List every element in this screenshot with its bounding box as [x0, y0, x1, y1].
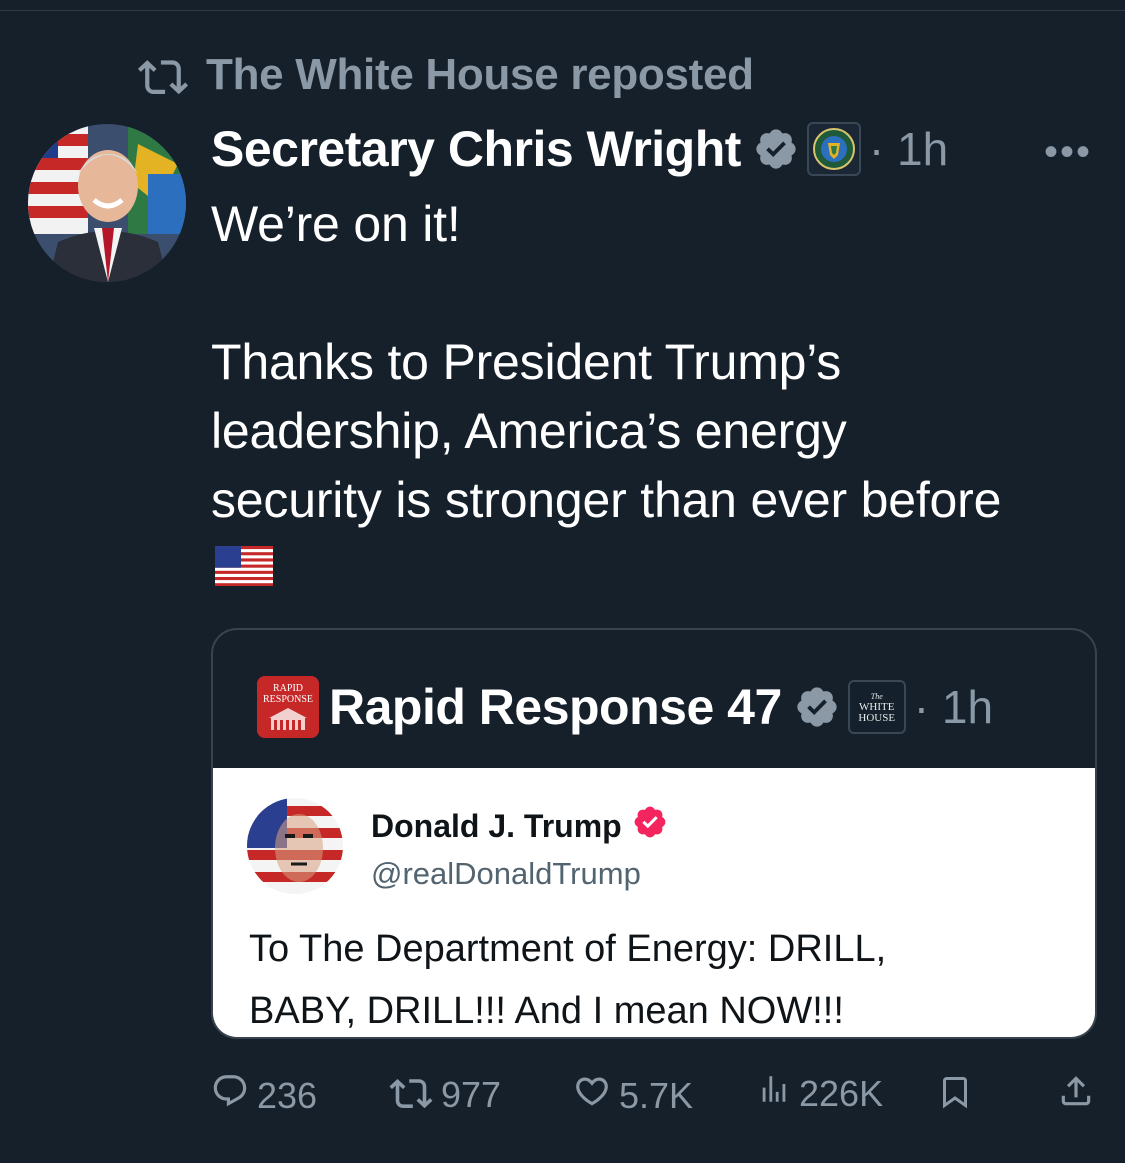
repost-context[interactable]: The White House reposted — [136, 50, 754, 100]
reply-count: 236 — [257, 1074, 318, 1116]
trump-avatar — [247, 798, 343, 894]
bookmark-icon — [937, 1072, 973, 1121]
quoted-tweet-time[interactable]: · 1h — [914, 680, 993, 734]
quoted-tweet-header: RAPID RESPONSE Rapid Response 47 The WHI… — [213, 630, 1095, 768]
trump-name: Donald J. Trump — [371, 807, 622, 844]
repost-count: 977 — [441, 1073, 502, 1115]
more-options-icon[interactable]: ••• — [1044, 130, 1092, 175]
reply-button[interactable]: 236 — [211, 1072, 317, 1119]
views-button[interactable]: 226K — [757, 1072, 883, 1115]
affil-line: HOUSE — [858, 711, 896, 724]
top-divider — [0, 10, 1125, 11]
like-button[interactable]: 5.7K — [573, 1072, 693, 1119]
white-house-affiliation-icon[interactable]: The WHITE HOUSE — [847, 680, 906, 734]
tweet-body: We’re on it! Thanks to President Trump’s… — [211, 190, 1101, 535]
affil-line: WHITE — [859, 700, 895, 713]
quoted-tweet-card[interactable]: RAPID RESPONSE Rapid Response 47 The WHI… — [211, 628, 1097, 1039]
rapid-response-avatar[interactable]: RAPID RESPONSE — [257, 676, 319, 738]
share-button[interactable] — [1057, 1072, 1095, 1119]
doe-seal-icon[interactable] — [806, 122, 861, 176]
trump-name-row: Donald J. Trump — [371, 804, 668, 848]
quoted-tweet-image[interactable]: Donald J. Trump @realDonaldTrump To The … — [213, 768, 1095, 1037]
author-avatar[interactable] — [28, 124, 186, 282]
heart-icon — [573, 1072, 611, 1119]
views-count: 226K — [799, 1072, 884, 1114]
tweet-time[interactable]: · 1h — [869, 122, 948, 176]
rapid-response-avatar-line2: RESPONSE — [263, 694, 313, 705]
truth-post-text: To The Department of Energy: DRILL, BABY… — [249, 918, 1069, 1037]
tweet-line: Thanks to President Trump’s — [211, 334, 842, 390]
tweet-line: leadership, America’s energy — [211, 403, 847, 459]
repost-label: The White House reposted — [206, 50, 754, 99]
repost-icon — [389, 1072, 433, 1117]
us-flag-icon — [215, 546, 273, 591]
views-icon — [757, 1072, 791, 1115]
affil-line: The — [870, 691, 883, 701]
verified-badge-icon — [794, 684, 840, 730]
quoted-name-row: Rapid Response 47 The WHITE HOUSE · 1h — [329, 672, 993, 742]
bookmark-button[interactable] — [937, 1072, 973, 1121]
truth-line: BABY, DRILL!!! And I mean NOW!!! — [249, 990, 844, 1032]
like-count: 5.7K — [619, 1074, 694, 1116]
tweet-line: We’re on it! — [211, 196, 461, 252]
verified-badge-icon — [753, 126, 799, 172]
truth-line: To The Department of Energy: DRILL, — [249, 928, 887, 970]
repost-icon — [136, 52, 190, 99]
repost-button[interactable]: 977 — [389, 1072, 501, 1117]
author-name[interactable]: Secretary Chris Wright — [211, 120, 741, 178]
tweet-header: Secretary Chris Wright · 1h — [211, 116, 948, 182]
pink-verified-badge-icon — [632, 804, 668, 848]
share-icon — [1057, 1072, 1095, 1119]
action-bar: 236 977 5.7K 226K — [211, 1072, 1101, 1124]
tweet-line: security is stronger than ever before — [211, 472, 1002, 528]
quoted-author-name[interactable]: Rapid Response 47 — [329, 678, 782, 736]
trump-handle: @realDonaldTrump — [371, 856, 641, 891]
rapid-response-avatar-line1: RAPID — [273, 683, 303, 694]
reply-icon — [211, 1072, 249, 1119]
